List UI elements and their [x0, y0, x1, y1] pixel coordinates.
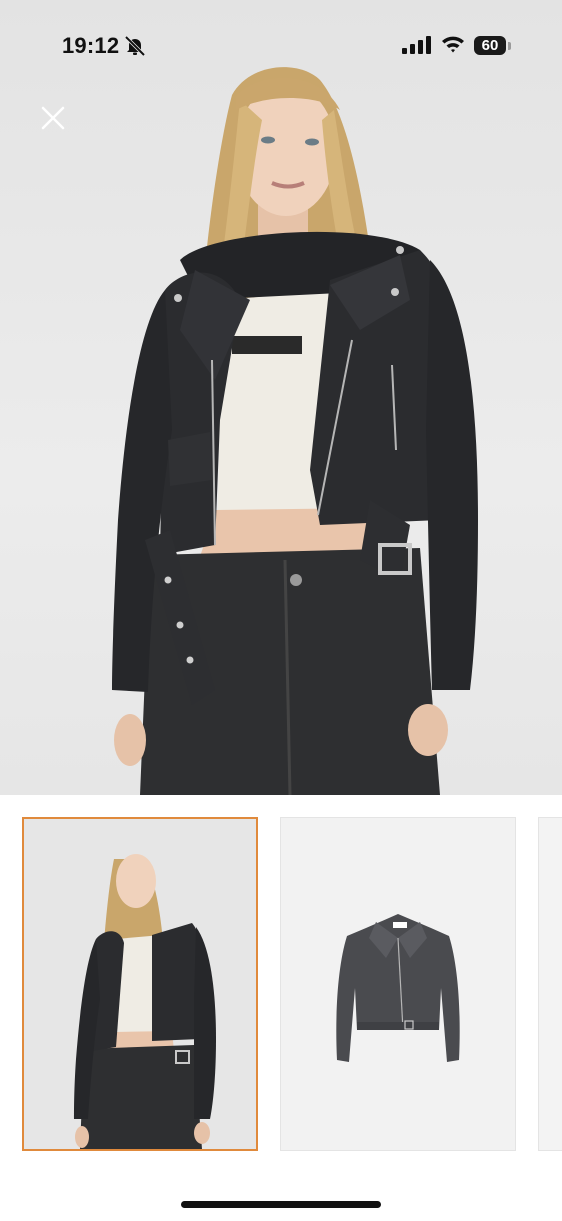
signal-icon	[402, 36, 431, 54]
hero-product-image[interactable]	[0, 0, 562, 795]
thumbnail-partial[interactable]	[538, 817, 562, 1151]
jacket-flat-lay-image	[281, 818, 515, 1150]
wifi-icon	[442, 36, 464, 53]
battery-tip	[508, 42, 511, 50]
model-photo	[112, 67, 478, 795]
thumbnail-jacket-flat[interactable]	[280, 817, 516, 1151]
status-bar: 19:12 60	[0, 0, 562, 90]
close-icon[interactable]	[38, 103, 68, 133]
model-thumbnail-image	[24, 819, 256, 1149]
home-indicator	[181, 1201, 381, 1208]
battery-icon: 60	[474, 36, 506, 55]
thumbnail-gallery	[0, 795, 562, 1175]
status-time: 19:12	[62, 33, 120, 58]
thumbnail-model-selected[interactable]	[22, 817, 258, 1151]
bell-slash-icon	[124, 36, 146, 56]
